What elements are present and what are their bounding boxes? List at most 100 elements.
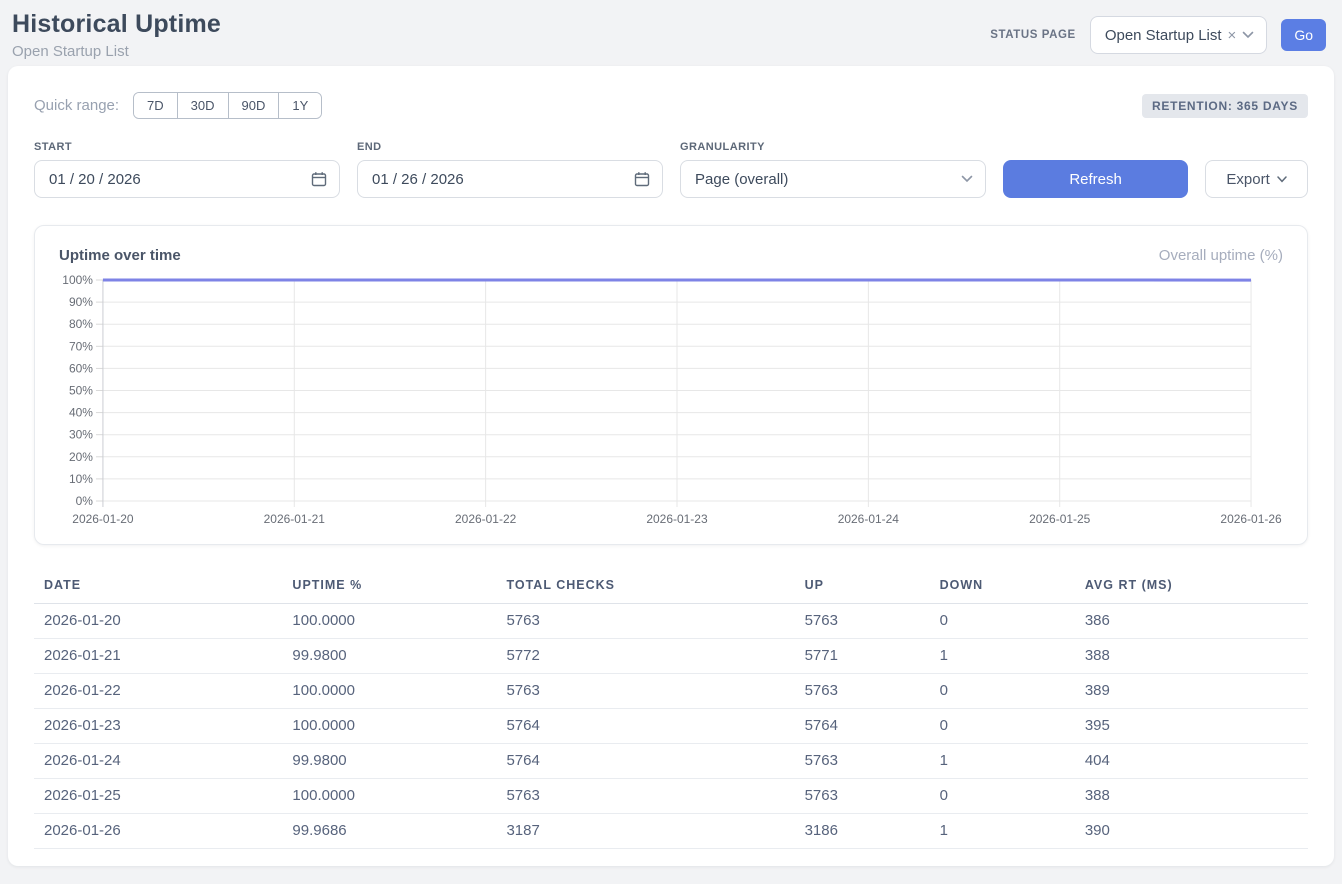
chart-title: Uptime over time [59, 247, 181, 264]
svg-text:0%: 0% [76, 494, 94, 508]
table-cell: 3187 [496, 814, 794, 849]
status-page-select[interactable]: Open Startup List × [1090, 16, 1268, 54]
table-row: 2026-01-25100.0000576357630388 [34, 779, 1308, 814]
svg-text:2026-01-23: 2026-01-23 [646, 512, 708, 526]
table-cell: 404 [1075, 744, 1308, 779]
main-panel: Quick range: 7D30D90D1Y RETENTION: 365 D… [8, 66, 1334, 866]
table-cell: 0 [930, 709, 1075, 744]
export-button[interactable]: Export [1205, 160, 1308, 198]
uptime-table: DATEUPTIME %TOTAL CHECKSUPDOWNAVG RT (MS… [34, 569, 1308, 849]
table-header-row: DATEUPTIME %TOTAL CHECKSUPDOWNAVG RT (MS… [34, 569, 1308, 604]
svg-text:20%: 20% [69, 450, 93, 464]
table-cell: 5763 [496, 779, 794, 814]
table-cell: 99.9800 [282, 639, 496, 674]
table-row: 2026-01-23100.0000576457640395 [34, 709, 1308, 744]
end-date-label: END [357, 141, 663, 153]
table-cell: 5763 [795, 674, 930, 709]
table-cell: 2026-01-23 [34, 709, 282, 744]
table-cell: 1 [930, 639, 1075, 674]
title-block: Historical Uptime Open Startup List [12, 10, 221, 60]
start-date-value: 01 / 20 / 2026 [49, 171, 141, 188]
quick-range-90d[interactable]: 90D [228, 93, 279, 118]
column-header-down: DOWN [930, 569, 1075, 604]
table-cell: 99.9686 [282, 814, 496, 849]
quick-range-7d[interactable]: 7D [134, 93, 177, 118]
svg-text:2026-01-21: 2026-01-21 [264, 512, 326, 526]
end-date-input[interactable]: 01 / 26 / 2026 [357, 160, 663, 198]
table-row: 2026-01-2199.9800577257711388 [34, 639, 1308, 674]
page-header: Historical Uptime Open Startup List STAT… [0, 0, 1342, 66]
table-cell: 5771 [795, 639, 930, 674]
table-cell: 5764 [496, 744, 794, 779]
granularity-field-group: GRANULARITY Page (overall) [680, 141, 986, 198]
svg-text:2026-01-20: 2026-01-20 [72, 512, 134, 526]
table-cell: 1 [930, 744, 1075, 779]
table-cell: 100.0000 [282, 674, 496, 709]
go-button[interactable]: Go [1281, 19, 1326, 51]
table-cell: 100.0000 [282, 709, 496, 744]
svg-text:70%: 70% [69, 339, 93, 353]
chevron-down-icon [961, 175, 973, 183]
table-cell: 2026-01-21 [34, 639, 282, 674]
granularity-select[interactable]: Page (overall) [680, 160, 986, 198]
granularity-value: Page (overall) [695, 171, 788, 188]
table-cell: 386 [1075, 604, 1308, 639]
calendar-icon[interactable] [634, 171, 650, 187]
svg-text:80%: 80% [69, 317, 93, 331]
svg-text:90%: 90% [69, 295, 93, 309]
svg-text:40%: 40% [69, 406, 93, 420]
column-header-avg-rt-ms-: AVG RT (MS) [1075, 569, 1308, 604]
table-cell: 5763 [795, 779, 930, 814]
table-cell: 395 [1075, 709, 1308, 744]
column-header-date: DATE [34, 569, 282, 604]
export-button-label: Export [1226, 171, 1269, 188]
calendar-icon[interactable] [311, 171, 327, 187]
status-page-controls: STATUS PAGE Open Startup List × Go [990, 16, 1326, 54]
chevron-down-icon [1277, 176, 1287, 183]
table-cell: 390 [1075, 814, 1308, 849]
column-header-total-checks: TOTAL CHECKS [496, 569, 794, 604]
column-header-uptime-: UPTIME % [282, 569, 496, 604]
start-date-field-group: START 01 / 20 / 2026 [34, 141, 340, 198]
granularity-label: GRANULARITY [680, 141, 986, 153]
quick-range-row: Quick range: 7D30D90D1Y RETENTION: 365 D… [34, 92, 1308, 119]
table-row: 2026-01-22100.0000576357630389 [34, 674, 1308, 709]
table-row: 2026-01-20100.0000576357630386 [34, 604, 1308, 639]
table-cell: 5763 [496, 604, 794, 639]
table-cell: 1 [930, 814, 1075, 849]
table-cell: 3186 [795, 814, 930, 849]
table-cell: 99.9800 [282, 744, 496, 779]
svg-text:60%: 60% [69, 361, 93, 375]
table-row: 2026-01-2499.9800576457631404 [34, 744, 1308, 779]
svg-text:50%: 50% [69, 383, 93, 397]
clear-selection-icon[interactable]: × [1228, 28, 1237, 43]
table-cell: 2026-01-20 [34, 604, 282, 639]
svg-text:2026-01-24: 2026-01-24 [838, 512, 900, 526]
table-cell: 389 [1075, 674, 1308, 709]
table-cell: 5772 [496, 639, 794, 674]
refresh-button[interactable]: Refresh [1003, 160, 1188, 198]
status-page-value: Open Startup List [1105, 27, 1222, 44]
uptime-chart-card: Uptime over time Overall uptime (%) 0% 10… [34, 225, 1308, 545]
table-cell: 388 [1075, 639, 1308, 674]
start-date-input[interactable]: 01 / 20 / 2026 [34, 160, 340, 198]
table-cell: 388 [1075, 779, 1308, 814]
table-cell: 0 [930, 604, 1075, 639]
table-cell: 0 [930, 674, 1075, 709]
quick-range-group: 7D30D90D1Y [133, 92, 322, 119]
table-cell: 2026-01-26 [34, 814, 282, 849]
quick-range-label: Quick range: [34, 97, 119, 114]
table-cell: 100.0000 [282, 604, 496, 639]
uptime-line-chart: 0%10%20%30%40%50%60%70%80%90%100%2026-01… [59, 272, 1283, 532]
table-cell: 2026-01-22 [34, 674, 282, 709]
end-date-field-group: END 01 / 26 / 2026 [357, 141, 663, 198]
quick-range-30d[interactable]: 30D [177, 93, 228, 118]
table-cell: 100.0000 [282, 779, 496, 814]
chart-legend: Overall uptime (%) [1159, 247, 1283, 264]
table-cell: 5764 [795, 709, 930, 744]
quick-range-1y[interactable]: 1Y [278, 93, 321, 118]
status-page-label: STATUS PAGE [990, 29, 1076, 41]
page-title: Historical Uptime [12, 10, 221, 39]
svg-text:100%: 100% [62, 273, 93, 287]
end-date-value: 01 / 26 / 2026 [372, 171, 464, 188]
